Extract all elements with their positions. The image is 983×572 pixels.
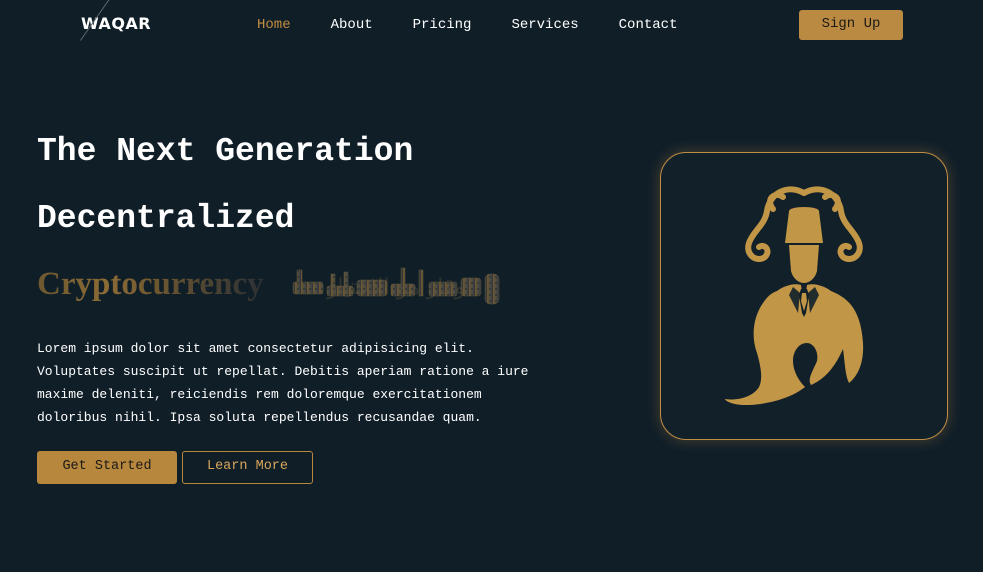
hero-image-card: [660, 152, 948, 440]
arabic-logo-text: وقار هو الاختيار: [326, 275, 465, 300]
learn-more-button[interactable]: Learn More: [182, 451, 313, 484]
navbar: WAQAR Home About Pricing Services Contac…: [0, 0, 983, 50]
hero-title-line-1: The Next Generation: [37, 133, 414, 170]
hero-description: Lorem ipsum dolor sit amet consectetur a…: [37, 341, 529, 425]
hero-title-line-3: Cryptocurrency: [37, 266, 264, 302]
get-started-button[interactable]: Get Started: [37, 451, 177, 484]
gentleman-logo-icon: [725, 186, 864, 405]
nav-link-contact[interactable]: Contact: [619, 17, 678, 33]
arabic-calligraphy-logo: وقار هو الاختيار: [292, 267, 500, 305]
nav-link-home[interactable]: Home: [257, 17, 291, 33]
nav-link-services[interactable]: Services: [511, 17, 578, 33]
nav-links: Home About Pricing Services Contact: [257, 17, 717, 33]
sign-up-button[interactable]: Sign Up: [799, 10, 903, 40]
nav-link-pricing[interactable]: Pricing: [413, 17, 472, 33]
hero-title-line-2: Decentralized: [37, 200, 295, 237]
nav-link-about[interactable]: About: [331, 17, 373, 33]
